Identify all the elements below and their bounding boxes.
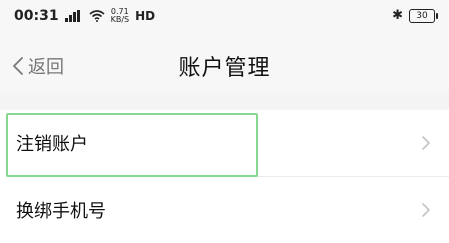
status-time: 00:31 <box>14 8 59 24</box>
status-bar: 00:31 0.71 KB/S HD ✱ 30 <box>0 0 449 40</box>
list-item-label: 注销账户 <box>16 134 88 155</box>
bluetooth-icon: ✱ <box>392 8 403 23</box>
chevron-right-icon <box>422 136 430 150</box>
status-right: ✱ 30 <box>392 8 438 23</box>
hd-indicator: HD <box>135 9 156 23</box>
status-left: 00:31 0.71 KB/S HD <box>14 8 156 25</box>
chevron-right-icon <box>422 203 430 217</box>
network-speed: 0.71 KB/S <box>111 8 130 24</box>
section-spacer <box>0 93 449 110</box>
list-item-close-account[interactable]: 注销账户 <box>0 110 449 176</box>
battery-icon: 30 <box>409 8 438 23</box>
battery-level: 30 <box>416 10 428 21</box>
list-item-label: 换绑手机号 <box>16 201 106 222</box>
navigation-bar: 返回 账户管理 <box>0 40 449 93</box>
cellular-signal-icon <box>64 10 83 22</box>
network-speed-unit: KB/S <box>110 15 130 24</box>
wifi-icon <box>89 10 105 22</box>
page-title: 账户管理 <box>178 56 271 81</box>
settings-list: 注销账户 换绑手机号 <box>0 110 449 243</box>
list-item-change-phone[interactable]: 换绑手机号 <box>0 177 449 243</box>
